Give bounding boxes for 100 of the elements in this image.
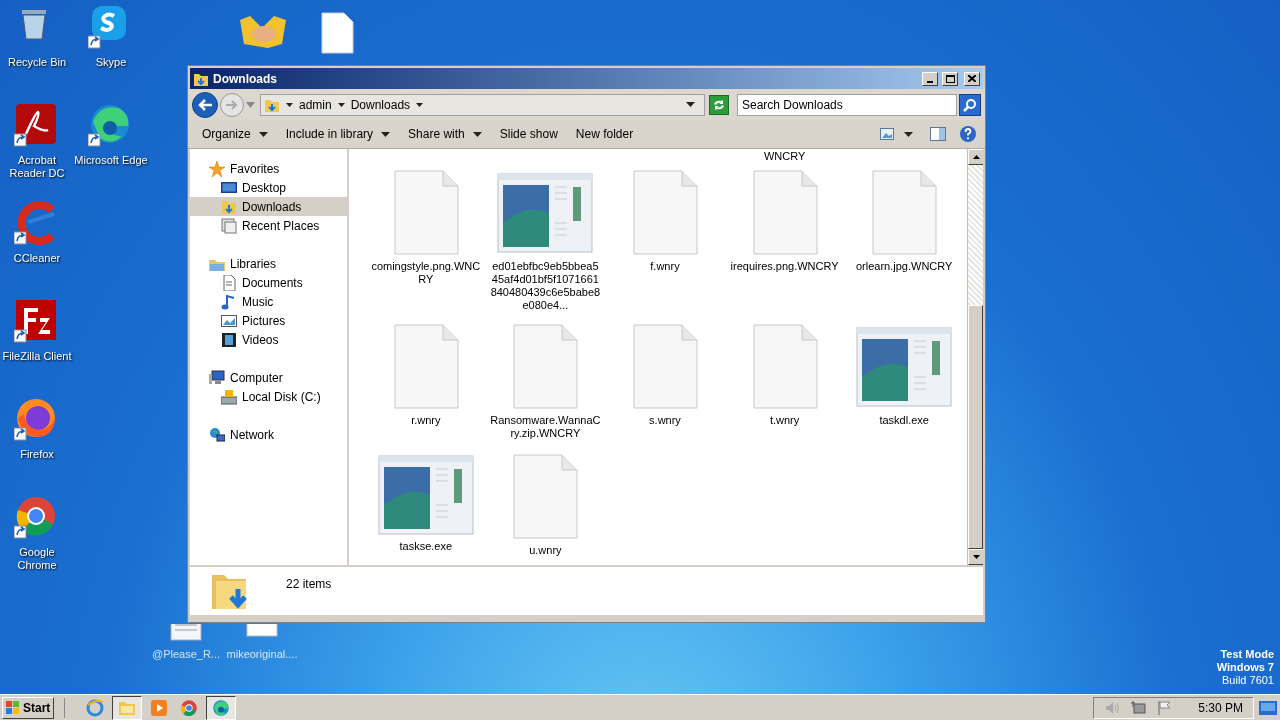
desktop-icon[interactable]: Skype xyxy=(74,4,148,69)
play-icon xyxy=(150,698,169,717)
help-button[interactable] xyxy=(957,123,979,145)
doc-icon xyxy=(221,274,237,291)
blank-document-icon xyxy=(631,170,699,256)
desktop-icon[interactable]: FileZilla Client xyxy=(0,298,74,363)
minimize-icon xyxy=(927,80,933,83)
text-file-icon xyxy=(167,624,205,642)
toolbar-button[interactable]: Slide show xyxy=(491,122,566,146)
file-item[interactable]: ed01ebfbc9eb5bbea545af4d01bf5f1071661840480439c6e5babe8e080e4... xyxy=(485,169,606,323)
help-icon xyxy=(959,125,977,143)
blank-document-icon xyxy=(750,324,819,410)
caret-icon xyxy=(416,102,424,107)
blank-document-icon xyxy=(750,170,819,256)
toolbar-button[interactable]: Include in library xyxy=(277,122,399,146)
blank-document-icon xyxy=(631,324,699,410)
file-name: taskse.exe xyxy=(398,540,454,553)
search-button[interactable] xyxy=(959,93,981,116)
network-icon xyxy=(209,426,225,443)
taskbar-app-button[interactable] xyxy=(112,695,143,720)
clock: 5:30 PM xyxy=(1198,699,1243,717)
search-icon xyxy=(963,97,977,112)
monitor-icon xyxy=(1259,700,1277,715)
file-item[interactable]: t.wnry xyxy=(724,323,845,453)
flag-icon xyxy=(1156,699,1173,716)
back-arrow-icon xyxy=(197,97,213,112)
file-name: f.wnry xyxy=(649,260,681,273)
file-name: irequires.png.WNCRY xyxy=(729,260,840,273)
file-name: ed01ebfbc9eb5bbea545af4d01bf5f1071661840480439c6e5babe8e080e4... xyxy=(489,260,602,312)
browser-icon xyxy=(212,698,231,717)
system-watermark-text: Build 7601 xyxy=(1222,674,1274,687)
breadcrumb-item[interactable]: Downloads xyxy=(350,95,411,114)
file-item[interactable]: f.wnry xyxy=(605,169,725,323)
icon-label: CCleaner xyxy=(13,252,61,265)
start-button[interactable]: Start xyxy=(2,696,55,719)
preview-pane-icon xyxy=(930,127,946,141)
file-item[interactable]: s.wnry xyxy=(605,323,725,453)
window-title: Downloads xyxy=(213,70,278,88)
file-name: orlearn.jpg.WNCRY xyxy=(855,260,954,273)
file-item[interactable]: taskdl.exe xyxy=(844,323,964,453)
nav-item[interactable]: Downloads xyxy=(190,197,347,216)
breadcrumb-item[interactable]: admin xyxy=(299,95,332,114)
desktop-icon[interactable]: Acrobat Reader DC xyxy=(0,102,74,180)
toolbar-button[interactable]: New folder xyxy=(567,122,642,146)
globe-icon xyxy=(86,698,105,717)
forward-arrow-icon xyxy=(225,98,239,111)
maximize-icon xyxy=(945,74,955,83)
computer-icon xyxy=(209,369,225,386)
icon-label: Firefox xyxy=(20,448,54,461)
file-name: WNCRY xyxy=(763,150,806,163)
vertical-scrollbar[interactable] xyxy=(967,149,983,565)
caret-icon xyxy=(258,131,268,137)
file-name: r.wnry xyxy=(410,414,442,427)
icon-label: mikeoriginal.... xyxy=(226,648,298,661)
desktop-icon[interactable]: Recycle Bin xyxy=(0,4,74,69)
back-button[interactable] xyxy=(192,91,218,118)
desktop-icon xyxy=(221,179,237,196)
caret-icon xyxy=(286,102,293,107)
application-window-icon xyxy=(497,173,594,253)
icon-label: @Please_R... xyxy=(152,648,220,661)
refresh-button[interactable] xyxy=(709,94,729,115)
maximize-button[interactable] xyxy=(942,71,958,86)
caret-icon xyxy=(337,102,345,107)
caret-icon xyxy=(246,101,255,108)
desktop-icon[interactable]: Firefox xyxy=(0,396,74,461)
desktop-icon[interactable]: Microsoft Edge xyxy=(74,102,148,167)
icon-label: FileZilla Client xyxy=(2,350,72,363)
address-bar[interactable]: admin Downloads xyxy=(260,93,705,116)
picture-view-icon xyxy=(880,128,894,140)
file-item[interactable]: comingstyle.png.WNCRY xyxy=(366,169,486,323)
scroll-down-button[interactable] xyxy=(968,549,983,565)
minimize-button[interactable] xyxy=(922,71,938,86)
videos-icon xyxy=(221,331,237,348)
file-name: t.wnry xyxy=(768,414,801,427)
file-item[interactable]: irequires.png.WNCRY xyxy=(724,169,845,323)
taskbar-app-button[interactable] xyxy=(206,695,237,720)
close-button[interactable] xyxy=(964,71,980,86)
downloads-icon xyxy=(221,198,237,215)
file-item[interactable]: orlearn.jpg.WNCRY xyxy=(844,169,964,323)
caret-icon xyxy=(472,131,482,137)
blank-document-icon xyxy=(391,170,460,256)
icon-label: Skype xyxy=(95,56,127,69)
file-item[interactable]: r.wnry xyxy=(366,323,486,453)
toolbar-button[interactable]: Organize xyxy=(194,122,276,146)
file-item[interactable]: Ransomware.WannaCry.zip.WNCRY xyxy=(485,323,606,453)
file-name: taskdl.exe xyxy=(878,414,930,427)
desktop-icon[interactable]: Google Chrome xyxy=(0,494,74,572)
blank-document-icon xyxy=(511,454,580,540)
file-name: u.wnry xyxy=(528,544,563,557)
icon-label: Recycle Bin xyxy=(7,56,67,69)
toolbar-button[interactable]: Share with xyxy=(400,122,490,146)
search-field[interactable]: Search Downloads xyxy=(737,93,957,116)
pictures-icon xyxy=(221,312,237,329)
scroll-thumb[interactable] xyxy=(968,305,983,549)
system-watermark-text: Windows 7 xyxy=(1216,661,1274,674)
desktop-icon[interactable]: CCleaner xyxy=(0,200,74,265)
system-watermark-text: Test Mode xyxy=(1220,648,1274,661)
file-item[interactable]: taskse.exe xyxy=(366,453,486,553)
scroll-up-button[interactable] xyxy=(968,149,983,165)
file-name: Ransomware.WannaCry.zip.WNCRY xyxy=(489,414,602,440)
